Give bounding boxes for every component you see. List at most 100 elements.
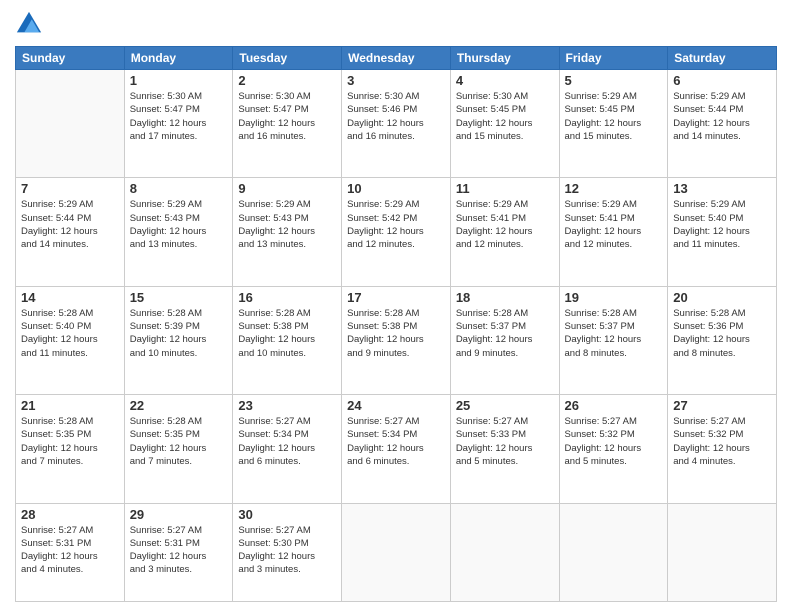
- logo-icon: [15, 10, 43, 38]
- day-number: 8: [130, 181, 228, 196]
- calendar-cell: 3Sunrise: 5:30 AM Sunset: 5:46 PM Daylig…: [342, 70, 451, 178]
- day-info: Sunrise: 5:30 AM Sunset: 5:46 PM Dayligh…: [347, 90, 445, 143]
- calendar-cell: 8 Sunrise: 5:29 AM Sunset: 5:43 PM Daylig…: [124, 178, 233, 286]
- day-info: Sunrise: 5:30 AM Sunset: 5:47 PM Dayligh…: [238, 90, 336, 143]
- calendar-cell: 5 Sunrise: 5:29 AM Sunset: 5:45 PM Daylig…: [559, 70, 668, 178]
- day-info: Sunrise: 5:30 AM Sunset: 5:45 PM Dayligh…: [456, 90, 554, 143]
- day-number: 15: [130, 290, 228, 305]
- calendar: SundayMondayTuesdayWednesdayThursdayFrid…: [15, 46, 777, 602]
- calendar-cell: 2 Sunrise: 5:30 AM Sunset: 5:47 PM Daylig…: [233, 70, 342, 178]
- day-number: 2: [238, 73, 336, 88]
- day-info: Sunrise: 5:29 AM Sunset: 5:44 PM Dayligh…: [673, 90, 771, 143]
- day-number: 9: [238, 181, 336, 196]
- calendar-cell: 18 Sunrise: 5:28 AM Sunset: 5:37 PM Dayli…: [450, 286, 559, 394]
- calendar-cell: [16, 70, 125, 178]
- day-number: 24: [347, 398, 445, 413]
- day-number: 14: [21, 290, 119, 305]
- day-info: Sunrise: 5:28 AM Sunset: 5:37 PM Dayligh…: [565, 307, 663, 360]
- day-number: 29: [130, 507, 228, 522]
- calendar-cell: [668, 503, 777, 601]
- calendar-cell: 20 Sunrise: 5:28 AM Sunset: 5:36 PM Dayli…: [668, 286, 777, 394]
- header-cell: Wednesday: [342, 47, 451, 70]
- day-number: 30: [238, 507, 336, 522]
- calendar-cell: 28Sunrise: 5:27 AM Sunset: 5:31 PM Dayli…: [16, 503, 125, 601]
- day-number: 17: [347, 290, 445, 305]
- calendar-cell: 17 Sunrise: 5:28 AM Sunset: 5:38 PM Dayli…: [342, 286, 451, 394]
- day-number: 16: [238, 290, 336, 305]
- calendar-cell: 25 Sunrise: 5:27 AM Sunset: 5:33 PM Dayli…: [450, 395, 559, 503]
- calendar-cell: 29 Sunrise: 5:27 AM Sunset: 5:31 PM Dayli…: [124, 503, 233, 601]
- day-info: Sunrise: 5:29 AM Sunset: 5:43 PM Dayligh…: [130, 198, 228, 251]
- day-number: 4: [456, 73, 554, 88]
- calendar-cell: 26 Sunrise: 5:27 AM Sunset: 5:32 PM Dayli…: [559, 395, 668, 503]
- header: [15, 10, 777, 38]
- day-number: 22: [130, 398, 228, 413]
- calendar-cell: 24 Sunrise: 5:27 AM Sunset: 5:34 PM Dayli…: [342, 395, 451, 503]
- day-info: Sunrise: 5:28 AM Sunset: 5:39 PM Dayligh…: [130, 307, 228, 360]
- day-info: Sunrise: 5:30 AM Sunset: 5:47 PM Dayligh…: [130, 90, 228, 143]
- day-info: Sunrise: 5:27 AM Sunset: 5:34 PM Dayligh…: [347, 415, 445, 468]
- calendar-cell: 13 Sunrise: 5:29 AM Sunset: 5:40 PM Dayli…: [668, 178, 777, 286]
- day-number: 27: [673, 398, 771, 413]
- day-info: Sunrise: 5:27 AM Sunset: 5:33 PM Dayligh…: [456, 415, 554, 468]
- day-info: Sunrise: 5:27 AM Sunset: 5:30 PM Dayligh…: [238, 524, 336, 577]
- day-info: Sunrise: 5:27 AM Sunset: 5:31 PM Dayligh…: [130, 524, 228, 577]
- day-number: 25: [456, 398, 554, 413]
- calendar-week: 28Sunrise: 5:27 AM Sunset: 5:31 PM Dayli…: [16, 503, 777, 601]
- day-number: 5: [565, 73, 663, 88]
- calendar-cell: 1Sunrise: 5:30 AM Sunset: 5:47 PM Daylig…: [124, 70, 233, 178]
- day-info: Sunrise: 5:28 AM Sunset: 5:37 PM Dayligh…: [456, 307, 554, 360]
- calendar-cell: 23 Sunrise: 5:27 AM Sunset: 5:34 PM Dayli…: [233, 395, 342, 503]
- day-info: Sunrise: 5:28 AM Sunset: 5:38 PM Dayligh…: [238, 307, 336, 360]
- day-info: Sunrise: 5:28 AM Sunset: 5:36 PM Dayligh…: [673, 307, 771, 360]
- header-cell: Sunday: [16, 47, 125, 70]
- calendar-cell: [450, 503, 559, 601]
- day-info: Sunrise: 5:27 AM Sunset: 5:32 PM Dayligh…: [565, 415, 663, 468]
- header-cell: Friday: [559, 47, 668, 70]
- day-number: 11: [456, 181, 554, 196]
- header-cell: Thursday: [450, 47, 559, 70]
- calendar-week: 14 Sunrise: 5:28 AM Sunset: 5:40 PM Dayli…: [16, 286, 777, 394]
- day-number: 18: [456, 290, 554, 305]
- day-number: 13: [673, 181, 771, 196]
- day-info: Sunrise: 5:27 AM Sunset: 5:31 PM Dayligh…: [21, 524, 119, 577]
- day-number: 12: [565, 181, 663, 196]
- header-cell: Saturday: [668, 47, 777, 70]
- calendar-cell: 10 Sunrise: 5:29 AM Sunset: 5:42 PM Dayli…: [342, 178, 451, 286]
- day-info: Sunrise: 5:29 AM Sunset: 5:41 PM Dayligh…: [565, 198, 663, 251]
- day-number: 20: [673, 290, 771, 305]
- calendar-cell: 27 Sunrise: 5:27 AM Sunset: 5:32 PM Dayli…: [668, 395, 777, 503]
- calendar-cell: 4 Sunrise: 5:30 AM Sunset: 5:45 PM Daylig…: [450, 70, 559, 178]
- day-info: Sunrise: 5:29 AM Sunset: 5:42 PM Dayligh…: [347, 198, 445, 251]
- day-number: 23: [238, 398, 336, 413]
- day-info: Sunrise: 5:29 AM Sunset: 5:40 PM Dayligh…: [673, 198, 771, 251]
- header-cell: Monday: [124, 47, 233, 70]
- day-number: 10: [347, 181, 445, 196]
- day-number: 26: [565, 398, 663, 413]
- header-row: SundayMondayTuesdayWednesdayThursdayFrid…: [16, 47, 777, 70]
- calendar-cell: 7 Sunrise: 5:29 AM Sunset: 5:44 PM Daylig…: [16, 178, 125, 286]
- calendar-cell: 15 Sunrise: 5:28 AM Sunset: 5:39 PM Dayli…: [124, 286, 233, 394]
- logo: [15, 10, 47, 38]
- calendar-week: 21 Sunrise: 5:28 AM Sunset: 5:35 PM Dayli…: [16, 395, 777, 503]
- header-cell: Tuesday: [233, 47, 342, 70]
- day-info: Sunrise: 5:29 AM Sunset: 5:45 PM Dayligh…: [565, 90, 663, 143]
- calendar-cell: 6 Sunrise: 5:29 AM Sunset: 5:44 PM Daylig…: [668, 70, 777, 178]
- calendar-cell: 9Sunrise: 5:29 AM Sunset: 5:43 PM Daylig…: [233, 178, 342, 286]
- day-number: 7: [21, 181, 119, 196]
- calendar-cell: 30 Sunrise: 5:27 AM Sunset: 5:30 PM Dayli…: [233, 503, 342, 601]
- day-info: Sunrise: 5:28 AM Sunset: 5:35 PM Dayligh…: [130, 415, 228, 468]
- day-info: Sunrise: 5:29 AM Sunset: 5:41 PM Dayligh…: [456, 198, 554, 251]
- calendar-cell: 22 Sunrise: 5:28 AM Sunset: 5:35 PM Dayli…: [124, 395, 233, 503]
- day-info: Sunrise: 5:28 AM Sunset: 5:35 PM Dayligh…: [21, 415, 119, 468]
- day-info: Sunrise: 5:28 AM Sunset: 5:40 PM Dayligh…: [21, 307, 119, 360]
- day-info: Sunrise: 5:27 AM Sunset: 5:32 PM Dayligh…: [673, 415, 771, 468]
- calendar-cell: [559, 503, 668, 601]
- calendar-cell: 14 Sunrise: 5:28 AM Sunset: 5:40 PM Dayli…: [16, 286, 125, 394]
- day-info: Sunrise: 5:29 AM Sunset: 5:44 PM Dayligh…: [21, 198, 119, 251]
- calendar-cell: [342, 503, 451, 601]
- day-info: Sunrise: 5:28 AM Sunset: 5:38 PM Dayligh…: [347, 307, 445, 360]
- day-number: 21: [21, 398, 119, 413]
- day-number: 6: [673, 73, 771, 88]
- day-info: Sunrise: 5:27 AM Sunset: 5:34 PM Dayligh…: [238, 415, 336, 468]
